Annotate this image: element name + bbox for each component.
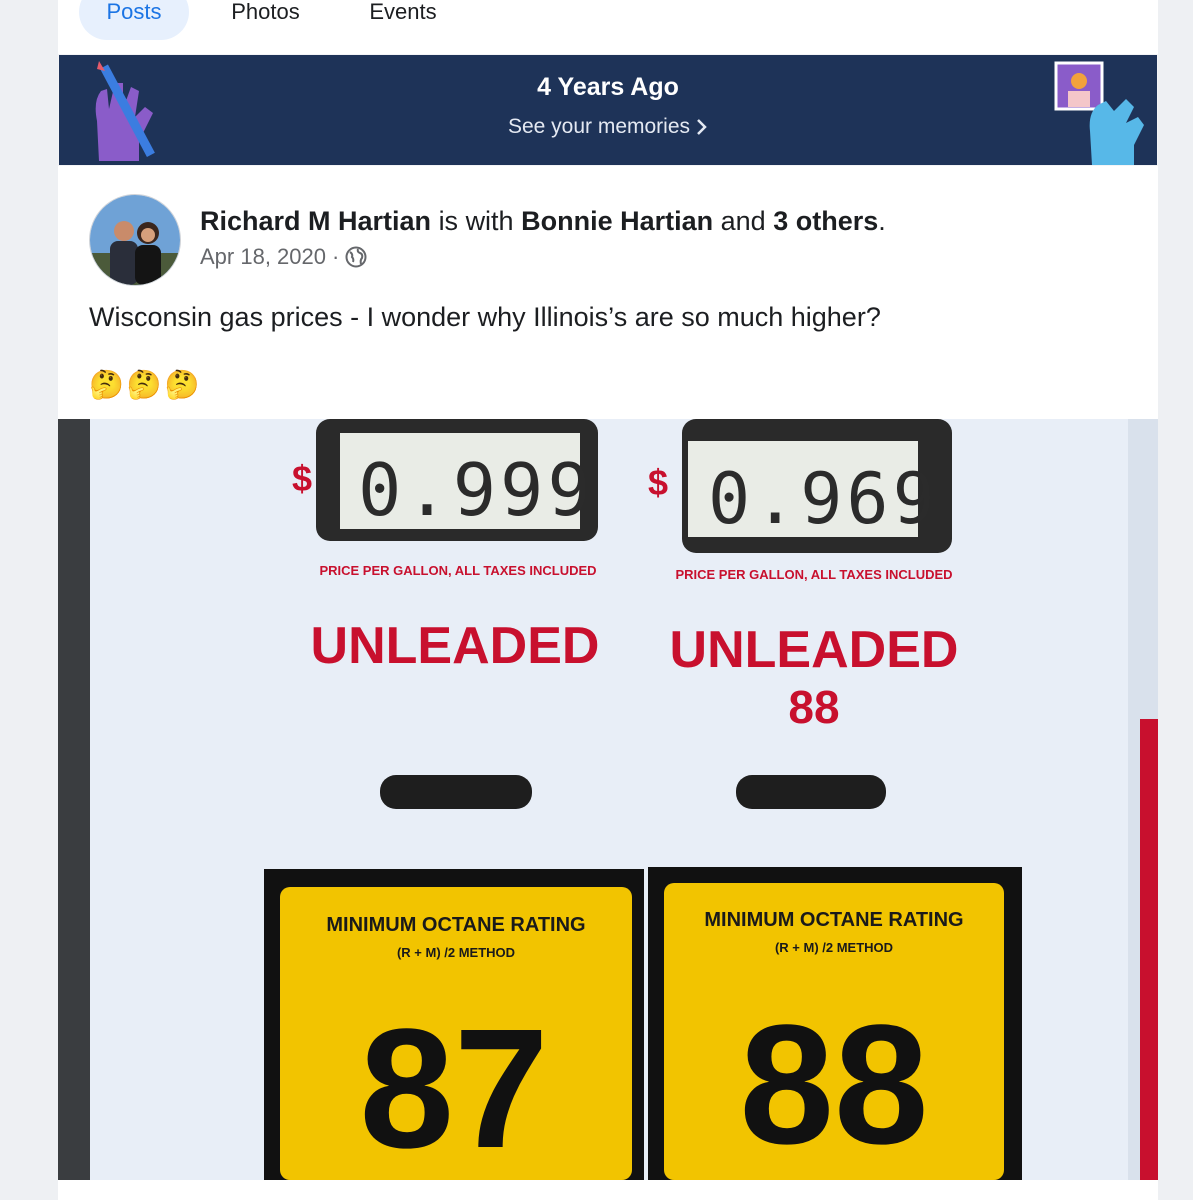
hand-photo-icon (1054, 61, 1144, 165)
and-text: and (720, 206, 766, 236)
left-octane-title: MINIMUM OCTANE RATING (326, 914, 585, 936)
chevron-right-icon (697, 119, 707, 136)
left-octane-method: (R + M) /2 METHOD (397, 945, 515, 960)
left-currency: $ (292, 458, 312, 499)
globe-icon[interactable] (345, 246, 367, 268)
post-meta: Apr 18, 2020 · (200, 244, 367, 270)
post-footer-strip (58, 1180, 1158, 1200)
profile-column: Posts Photos Events 4 Years Ago See your… (58, 0, 1158, 1200)
with-text: is with (438, 206, 514, 236)
right-price-note: PRICE PER GALLON, ALL TAXES INCLUDED (675, 567, 952, 582)
see-memories-label: See your memories (507, 115, 691, 138)
right-grade: UNLEADED (670, 621, 959, 679)
left-grade: UNLEADED (311, 617, 600, 675)
others-link[interactable]: 3 others (773, 206, 878, 236)
right-price: 0.969 (708, 458, 939, 540)
memories-title: 4 Years Ago (537, 73, 679, 101)
avatar-photo (90, 195, 180, 285)
tab-posts[interactable]: Posts (79, 0, 189, 40)
header-period: . (878, 206, 886, 236)
right-grade-number: 88 (788, 681, 839, 733)
thinking-face-emojis: 🤔🤔🤔 (89, 369, 203, 400)
see-memories-link[interactable]: See your memories (59, 115, 1157, 139)
right-octane-number: 88 (739, 990, 928, 1180)
post-date[interactable]: Apr 18, 2020 (200, 244, 326, 270)
right-octane-title: MINIMUM OCTANE RATING (704, 909, 963, 931)
author-name[interactable]: Richard M Hartian (200, 206, 431, 236)
tagged-name[interactable]: Bonnie Hartian (521, 206, 713, 236)
tab-photos[interactable]: Photos (198, 0, 333, 40)
post-text: Wisconsin gas prices - I wonder why Illi… (89, 302, 881, 332)
tab-events[interactable]: Events (338, 0, 468, 40)
profile-tabs: Posts Photos Events (58, 0, 1158, 54)
left-octane-number: 87 (359, 994, 548, 1180)
right-octane-method: (R + M) /2 METHOD (775, 940, 893, 955)
post-header: Richard M Hartian is with Bonnie Hartian… (200, 206, 886, 237)
post-photo[interactable]: $ 0.999 $ 0.969 PRICE PER GALLON, ALL TA… (58, 419, 1158, 1180)
memories-banner[interactable]: 4 Years Ago See your memories (59, 55, 1157, 165)
meta-separator: · (331, 244, 340, 269)
avatar[interactable] (89, 194, 181, 286)
left-price: 0.999 (358, 448, 595, 532)
gas-pump-photo: $ 0.999 $ 0.969 PRICE PER GALLON, ALL TA… (58, 419, 1158, 1180)
post-card: Richard M Hartian is with Bonnie Hartian… (58, 166, 1158, 1200)
right-currency: $ (648, 462, 668, 503)
left-price-note: PRICE PER GALLON, ALL TAXES INCLUDED (319, 563, 596, 578)
